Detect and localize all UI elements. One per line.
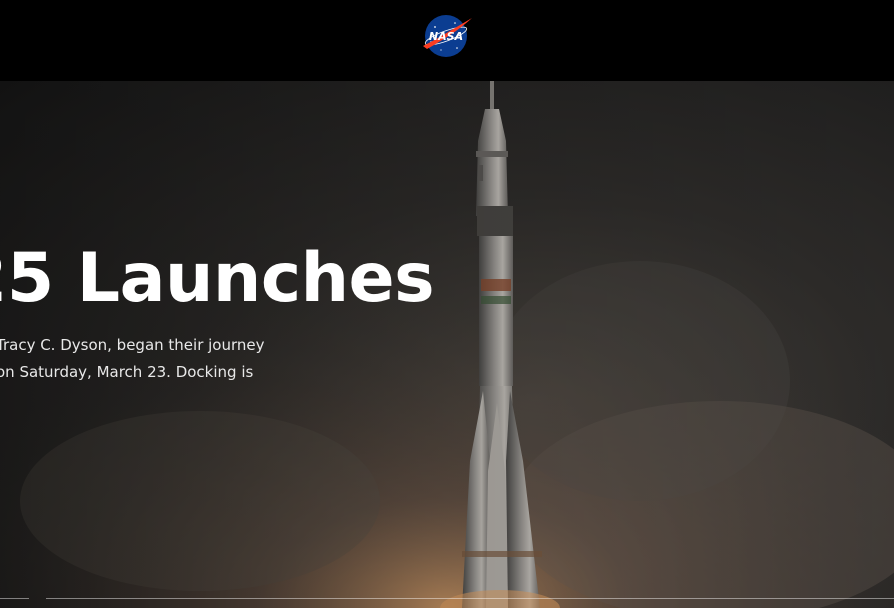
carousel-progress-track[interactable] (46, 598, 894, 599)
hero-summary: Tracy C. Dyson, began their journey on S… (0, 332, 296, 386)
hero-headline[interactable]: 25 Launches (0, 239, 435, 319)
hero-summary-line: on Saturday, March 23. Docking is (0, 363, 254, 381)
nasa-logo-link[interactable]: NASA (419, 13, 475, 59)
hero-section: 25 Launches Tracy C. Dyson, began their … (0, 81, 894, 608)
hero-summary-line: Tracy C. Dyson, began their journey (0, 336, 265, 354)
nasa-meatball-icon: NASA (423, 15, 472, 57)
nasa-logo-text: NASA (429, 30, 463, 43)
site-header: NASA (0, 0, 894, 81)
carousel-progress-segment[interactable] (0, 598, 29, 599)
